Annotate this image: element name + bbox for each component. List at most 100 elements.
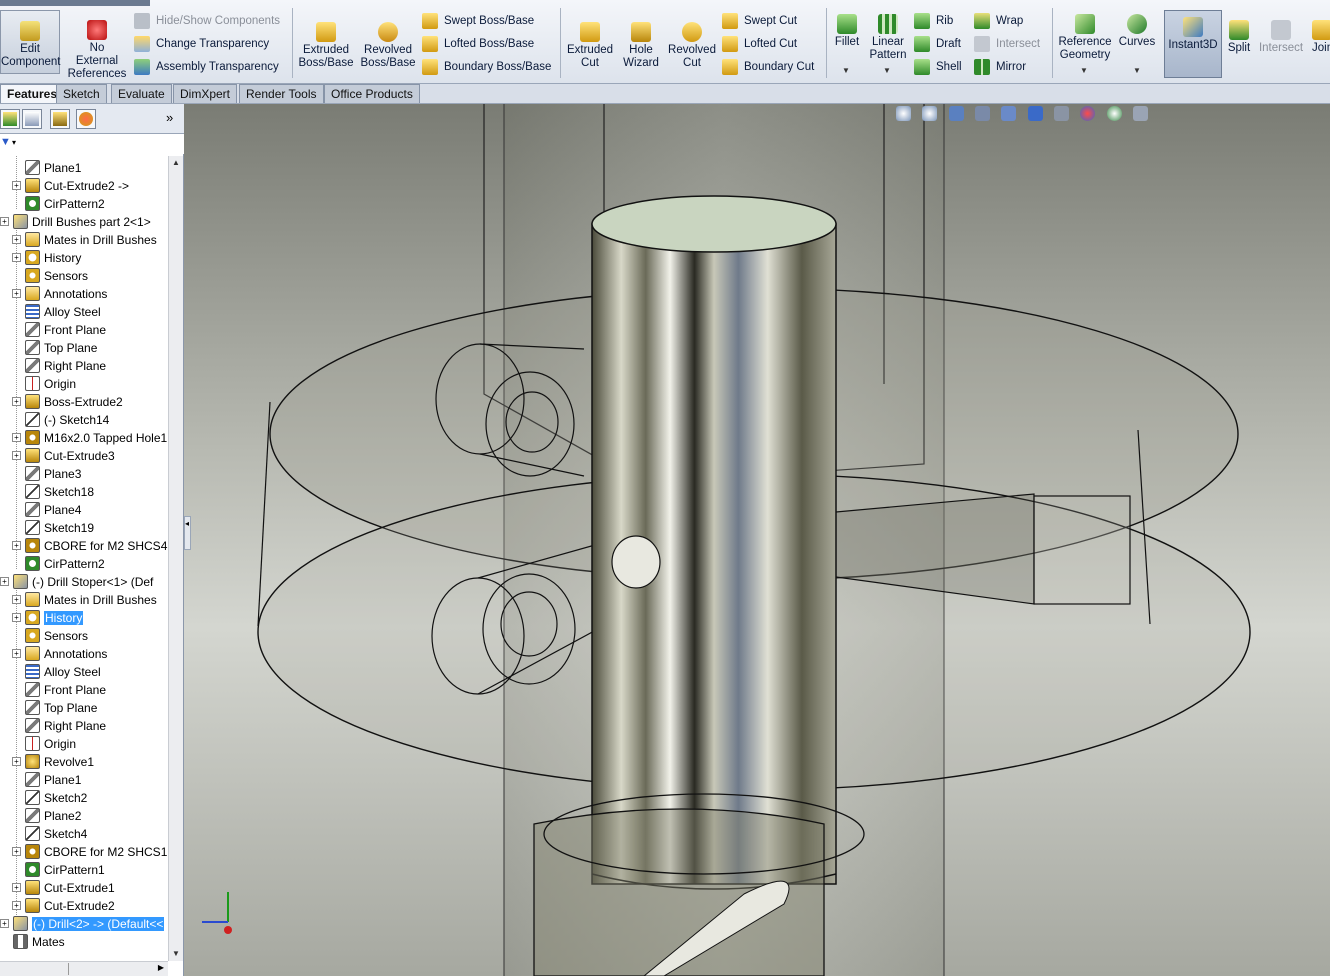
tree-node[interactable]: + Mates in Drill Bushes	[12, 590, 157, 608]
tree-node[interactable]: +Mates	[0, 932, 65, 950]
tree-node[interactable]: +Right Plane	[12, 356, 106, 374]
fillet-button[interactable]: Fillet	[830, 14, 864, 49]
tree-node[interactable]: +Top Plane	[12, 338, 97, 356]
linear-pattern-button[interactable]: Linear Pattern	[866, 14, 910, 62]
tree-node[interactable]: + Cut-Extrude2	[12, 896, 115, 914]
expand-toggle-icon[interactable]: +	[12, 433, 21, 443]
tree-node[interactable]: +Plane4	[12, 500, 81, 518]
expand-toggle-icon[interactable]: +	[12, 541, 21, 551]
tab-dimxpert[interactable]: DimXpert	[173, 84, 238, 103]
expand-toggle-icon[interactable]: +	[0, 217, 9, 227]
join-button[interactable]: Join	[1308, 20, 1330, 55]
expand-toggle-icon[interactable]: +	[12, 847, 21, 857]
apply-scene-icon[interactable]	[1106, 106, 1122, 122]
linear-pattern-dropdown-icon[interactable]: ▼	[883, 66, 891, 75]
expand-toggle-icon[interactable]: +	[12, 883, 21, 893]
swept-cut-button[interactable]: Swept Cut	[722, 11, 797, 31]
wrap-button[interactable]: Wrap	[974, 11, 1023, 31]
no-external-references-button[interactable]: No External References	[66, 20, 128, 81]
tree-vertical-scrollbar[interactable]: ▲ ▼	[168, 156, 183, 961]
tree-node[interactable]: + Cut-Extrude1	[12, 878, 115, 896]
lofted-boss-button[interactable]: Lofted Boss/Base	[422, 34, 534, 54]
tree-node[interactable]: + CBORE for M2 SHCS1	[12, 842, 167, 860]
tree-node[interactable]: +(-) Sketch14	[12, 410, 109, 428]
tab-office-products[interactable]: Office Products	[324, 84, 420, 103]
lofted-cut-button[interactable]: Lofted Cut	[722, 34, 797, 54]
extruded-cut-button[interactable]: Extruded Cut	[564, 22, 616, 70]
zoom-to-fit-icon[interactable]	[896, 106, 911, 122]
fillet-dropdown-icon[interactable]: ▼	[842, 66, 850, 75]
edit-appearance-icon[interactable]	[1080, 106, 1096, 122]
tree-node[interactable]: +Alloy Steel	[12, 302, 101, 320]
expand-toggle-icon[interactable]: +	[12, 289, 21, 299]
change-transparency-button[interactable]: Change Transparency	[134, 34, 269, 54]
panel-expand-chevron-icon[interactable]: »	[166, 110, 173, 125]
tree-node[interactable]: +Top Plane	[12, 698, 97, 716]
curves-button[interactable]: Curves	[1116, 14, 1158, 49]
scroll-up-icon[interactable]: ▲	[169, 156, 183, 170]
3d-model-view[interactable]	[184, 104, 1330, 976]
view-settings-icon[interactable]	[1133, 106, 1149, 122]
expand-toggle-icon[interactable]: +	[12, 253, 21, 263]
tree-node[interactable]: +Plane1	[12, 158, 81, 176]
expand-toggle-icon[interactable]: +	[12, 595, 21, 605]
display-style-icon[interactable]	[1027, 106, 1043, 122]
tree-horizontal-scrollbar[interactable]: ▶	[0, 961, 168, 976]
draft-button[interactable]: Draft	[914, 34, 961, 54]
tree-node[interactable]: +Plane3	[12, 464, 81, 482]
revolved-cut-button[interactable]: Revolved Cut	[666, 22, 718, 70]
tree-node[interactable]: + History	[12, 608, 84, 626]
intersect-button[interactable]: Intersect	[1256, 20, 1306, 55]
reference-geometry-dropdown-icon[interactable]: ▼	[1080, 66, 1088, 75]
tree-node[interactable]: + (-) Drill<2> -> (Default<<	[0, 914, 165, 932]
view-orientation-icon[interactable]	[1001, 106, 1017, 122]
intersect-small-button[interactable]: Intersect	[974, 34, 1040, 54]
split-button[interactable]: Split	[1224, 20, 1254, 55]
tree-node[interactable]: +CirPattern2	[12, 194, 105, 212]
tree-node[interactable]: + CBORE for M2 SHCS4	[12, 536, 167, 554]
tree-node[interactable]: + (-) Drill Stoper<1> (Def	[0, 572, 153, 590]
tree-node[interactable]: +Plane1	[12, 770, 81, 788]
tree-node[interactable]: +Sketch19	[12, 518, 94, 536]
tree-node[interactable]: +Right Plane	[12, 716, 106, 734]
tree-node[interactable]: +Front Plane	[12, 680, 106, 698]
property-manager-tab-icon[interactable]	[22, 109, 42, 129]
expand-toggle-icon[interactable]: +	[0, 577, 9, 587]
expand-toggle-icon[interactable]: +	[12, 901, 21, 911]
scroll-down-icon[interactable]: ▼	[169, 947, 183, 961]
revolved-boss-button[interactable]: Revolved Boss/Base	[360, 22, 416, 70]
tree-node[interactable]: +Sketch18	[12, 482, 94, 500]
tree-node[interactable]: +Origin	[12, 734, 76, 752]
expand-toggle-icon[interactable]: +	[12, 181, 21, 191]
previous-view-icon[interactable]	[948, 106, 964, 122]
section-view-icon[interactable]	[975, 106, 991, 122]
tree-node[interactable]: +Front Plane	[12, 320, 106, 338]
hide-show-components-button[interactable]: Hide/Show Components	[134, 11, 280, 31]
tree-node[interactable]: + Revolve1	[12, 752, 94, 770]
graphics-viewport[interactable]	[184, 104, 1330, 976]
boundary-boss-button[interactable]: Boundary Boss/Base	[422, 57, 551, 77]
swept-boss-button[interactable]: Swept Boss/Base	[422, 11, 534, 31]
tree-node[interactable]: +Sensors	[12, 266, 88, 284]
tree-node[interactable]: +Sketch4	[12, 824, 87, 842]
tab-render-tools[interactable]: Render Tools	[239, 84, 324, 103]
shell-button[interactable]: Shell	[914, 57, 962, 77]
tree-node[interactable]: +CirPattern2	[12, 554, 105, 572]
tab-sketch[interactable]: Sketch	[56, 84, 107, 103]
reference-geometry-button[interactable]: Reference Geometry	[1056, 14, 1114, 62]
tree-node[interactable]: +Alloy Steel	[12, 662, 101, 680]
tree-node[interactable]: + History	[12, 248, 81, 266]
tree-node[interactable]: +Origin	[12, 374, 76, 392]
feature-manager-tab-icon[interactable]	[0, 109, 20, 129]
hole-wizard-button[interactable]: Hole Wizard	[618, 22, 664, 70]
tree-node[interactable]: +Sensors	[12, 626, 88, 644]
zoom-to-area-icon[interactable]	[922, 106, 938, 122]
expand-toggle-icon[interactable]: +	[12, 235, 21, 245]
tree-node[interactable]: + Drill Bushes part 2<1>	[0, 212, 151, 230]
mirror-button[interactable]: Mirror	[974, 57, 1026, 77]
filter-icon[interactable]: ▼	[0, 136, 11, 148]
tree-node[interactable]: +Sketch2	[12, 788, 87, 806]
tree-node[interactable]: + M16x2.0 Tapped Hole1	[12, 428, 167, 446]
curves-dropdown-icon[interactable]: ▼	[1133, 66, 1141, 75]
tree-node[interactable]: + Boss-Extrude2	[12, 392, 123, 410]
